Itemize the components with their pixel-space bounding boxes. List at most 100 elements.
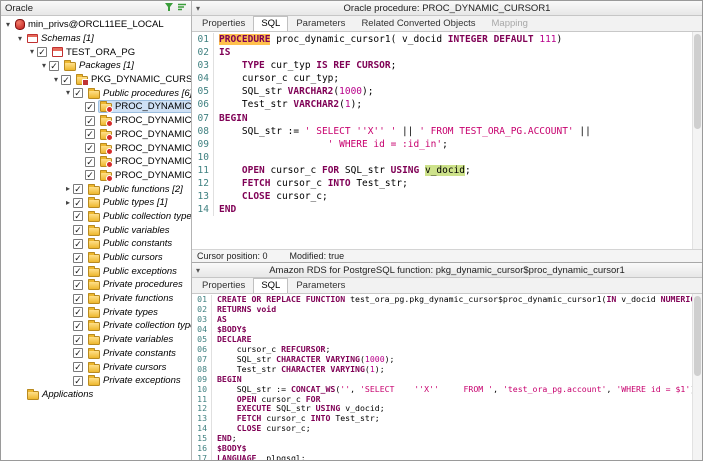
tree-label: Public procedures [6] [103, 88, 191, 99]
tree-item-schemas-1[interactable]: ▾Schemas [1] [1, 32, 191, 46]
tree-checkbox[interactable]: ✓ [73, 211, 83, 221]
tree-item-proc-dynamic-cursor1[interactable]: ✓PROC_DYNAMIC_CURSOR1 [1, 100, 191, 114]
code-line: 17LANGUAGE plpgsql; [192, 454, 702, 460]
top-code: 01PROCEDURE proc_dynamic_cursor1( v_doci… [192, 33, 702, 216]
tree-item-proc-dynamic-cursor4[interactable]: ✓ PROC_DYNAMIC_CURSOR4 [1, 141, 191, 155]
folder-icon [88, 281, 100, 290]
sql-editor-oracle[interactable]: 01PROCEDURE proc_dynamic_cursor1( v_doci… [192, 32, 702, 249]
expanded-arrow-icon[interactable]: ▾ [51, 75, 61, 85]
tree-label: PROC_DYNAMIC_CURSOR2 [115, 115, 191, 126]
expanded-arrow-icon[interactable]: ▾ [15, 34, 25, 44]
tree-checkbox[interactable]: ✓ [73, 253, 83, 263]
tree-checkbox[interactable]: ✓ [85, 143, 95, 153]
cursor-position-label: Cursor position: 0 [197, 251, 268, 261]
collapse-panel-icon[interactable]: ▾ [196, 4, 206, 13]
folder-icon [88, 90, 100, 99]
tab-sql[interactable]: SQL [253, 16, 288, 31]
sql-editor-postgres[interactable]: 01CREATE OR REPLACE FUNCTION test_ora_pg… [192, 294, 702, 460]
tree-item-proc-dynamic-cursor3[interactable]: ✓ PROC_DYNAMIC_CURSOR3 [1, 128, 191, 142]
tree-item-min-privs-orcl11ee-local[interactable]: ▾min_privs@ORCL11EE_LOCAL [1, 18, 191, 32]
tree-item-public-exceptions[interactable]: ✓Public exceptions [1, 264, 191, 278]
tree-checkbox[interactable]: ✓ [73, 280, 83, 290]
tree-item-packages-1[interactable]: ▾✓ Packages [1] [1, 59, 191, 73]
tree-label: Private types [103, 307, 158, 318]
tree-item-private-variables[interactable]: ✓Private variables [1, 333, 191, 347]
tree-checkbox[interactable]: ✓ [73, 239, 83, 249]
collapsed-arrow-icon[interactable]: ▸ [63, 198, 73, 208]
tree-checkbox[interactable]: ✓ [37, 47, 47, 57]
tree-item-private-constants[interactable]: ✓ Private constants [1, 347, 191, 361]
tree-item-private-functions[interactable]: ✓Private functions [1, 292, 191, 306]
tree-checkbox[interactable]: ✓ [73, 362, 83, 372]
tree-item-private-cursors[interactable]: ✓Private cursors [1, 360, 191, 374]
tree-item-proc-dynamic-cursor2[interactable]: ✓ PROC_DYNAMIC_CURSOR2 [1, 114, 191, 128]
bottom-scrollbar[interactable] [692, 294, 702, 460]
tree-checkbox[interactable]: ✓ [73, 321, 83, 331]
tree-item-private-exceptions[interactable]: ✓Private exceptions [1, 374, 191, 388]
tree-item-public-types-1[interactable]: ▸✓Public types [1] [1, 196, 191, 210]
tree-item-test-ora-pg[interactable]: ▾✓TEST_ORA_PG [1, 45, 191, 59]
tree-item-applications[interactable]: Applications [1, 388, 191, 402]
tree-checkbox[interactable]: ✓ [73, 376, 83, 386]
expanded-arrow-icon[interactable]: ▾ [3, 20, 13, 30]
line-number: 08 [192, 125, 214, 138]
tree-item-proc-dynamic-cursor6[interactable]: ✓PROC_DYNAMIC_CURSOR6 [1, 169, 191, 183]
expanded-arrow-icon[interactable]: ▾ [27, 47, 37, 57]
tree-item-public-procedures-6[interactable]: ▾✓ Public procedures [6] [1, 86, 191, 100]
tree-checkbox[interactable]: ✓ [73, 294, 83, 304]
bottom-scrollbar-thumb[interactable] [694, 296, 701, 376]
tree-checkbox[interactable]: ✓ [49, 61, 59, 71]
tree-checkbox[interactable]: ✓ [85, 116, 95, 126]
tree-checkbox[interactable]: ✓ [73, 266, 83, 276]
tab-parameters[interactable]: Parameters [288, 16, 353, 31]
top-scrollbar-thumb[interactable] [694, 34, 701, 129]
collapse-panel-icon[interactable]: ▾ [196, 266, 206, 275]
line-number: 02 [192, 46, 214, 59]
tree-checkbox[interactable]: ✓ [73, 198, 83, 208]
tree-item-pkg-dynamic-cursor[interactable]: ▾✓PKG_DYNAMIC_CURSOR [1, 73, 191, 87]
tree-item-public-cursors[interactable]: ✓Public cursors [1, 251, 191, 265]
tree-item-public-collection-types[interactable]: ✓Public collection types [1, 210, 191, 224]
tree-label: Packages [1] [79, 60, 134, 71]
object-tree[interactable]: ▾min_privs@ORCL11EE_LOCAL▾Schemas [1]▾✓T… [1, 16, 191, 460]
line-number: 06 [192, 98, 214, 111]
tree-checkbox[interactable]: ✓ [61, 75, 71, 85]
tree-checkbox[interactable]: ✓ [85, 129, 95, 139]
tree-checkbox[interactable]: ✓ [85, 102, 95, 112]
tab-properties[interactable]: Properties [194, 278, 253, 293]
expanded-arrow-icon[interactable]: ▾ [39, 61, 49, 71]
tree-label: Private constants [103, 348, 176, 359]
tab-related-converted-objects[interactable]: Related Converted Objects [353, 16, 483, 31]
tree-checkbox[interactable]: ✓ [85, 170, 95, 180]
code-line: 10 [192, 151, 702, 164]
tree-item-public-functions-2[interactable]: ▸✓Public functions [2] [1, 182, 191, 196]
tree-item-private-types[interactable]: ✓ Private types [1, 305, 191, 319]
tree-item-private-procedures[interactable]: ✓Private procedures [1, 278, 191, 292]
top-scrollbar[interactable] [692, 32, 702, 249]
tree-checkbox[interactable]: ✓ [73, 348, 83, 358]
tree-item-public-constants[interactable]: ✓ Public constants [1, 237, 191, 251]
tree-checkbox[interactable]: ✓ [73, 88, 83, 98]
expanded-arrow-icon[interactable]: ▾ [63, 88, 73, 98]
postgres-editor-panel: ▾ Amazon RDS for PostgreSQL function: pk… [192, 263, 702, 460]
tree-label: PROC_DYNAMIC_CURSOR4 [115, 143, 191, 154]
tree-checkbox[interactable]: ✓ [73, 335, 83, 345]
tree-checkbox[interactable]: ✓ [73, 307, 83, 317]
collapse-tree-icon[interactable] [177, 2, 187, 15]
tree-item-proc-dynamic-cursor5[interactable]: ✓PROC_DYNAMIC_CURSOR5 [1, 155, 191, 169]
modified-label: Modified: true [290, 251, 345, 261]
collapsed-arrow-icon[interactable]: ▸ [63, 184, 73, 194]
tree-item-public-variables[interactable]: ✓Public variables [1, 223, 191, 237]
tree-label: PROC_DYNAMIC_CURSOR3 [115, 129, 191, 140]
tab-sql[interactable]: SQL [253, 278, 288, 293]
tree-checkbox[interactable]: ✓ [73, 225, 83, 235]
tree-label: Public constants [103, 238, 172, 249]
filter-tree-icon[interactable] [164, 2, 174, 15]
tree-checkbox[interactable]: ✓ [73, 184, 83, 194]
tab-properties[interactable]: Properties [194, 16, 253, 31]
folder-icon [88, 350, 100, 359]
folder-icon [88, 186, 100, 195]
tree-item-private-collection-types[interactable]: ✓Private collection types [1, 319, 191, 333]
tab-parameters[interactable]: Parameters [288, 278, 353, 293]
tree-checkbox[interactable]: ✓ [85, 157, 95, 167]
